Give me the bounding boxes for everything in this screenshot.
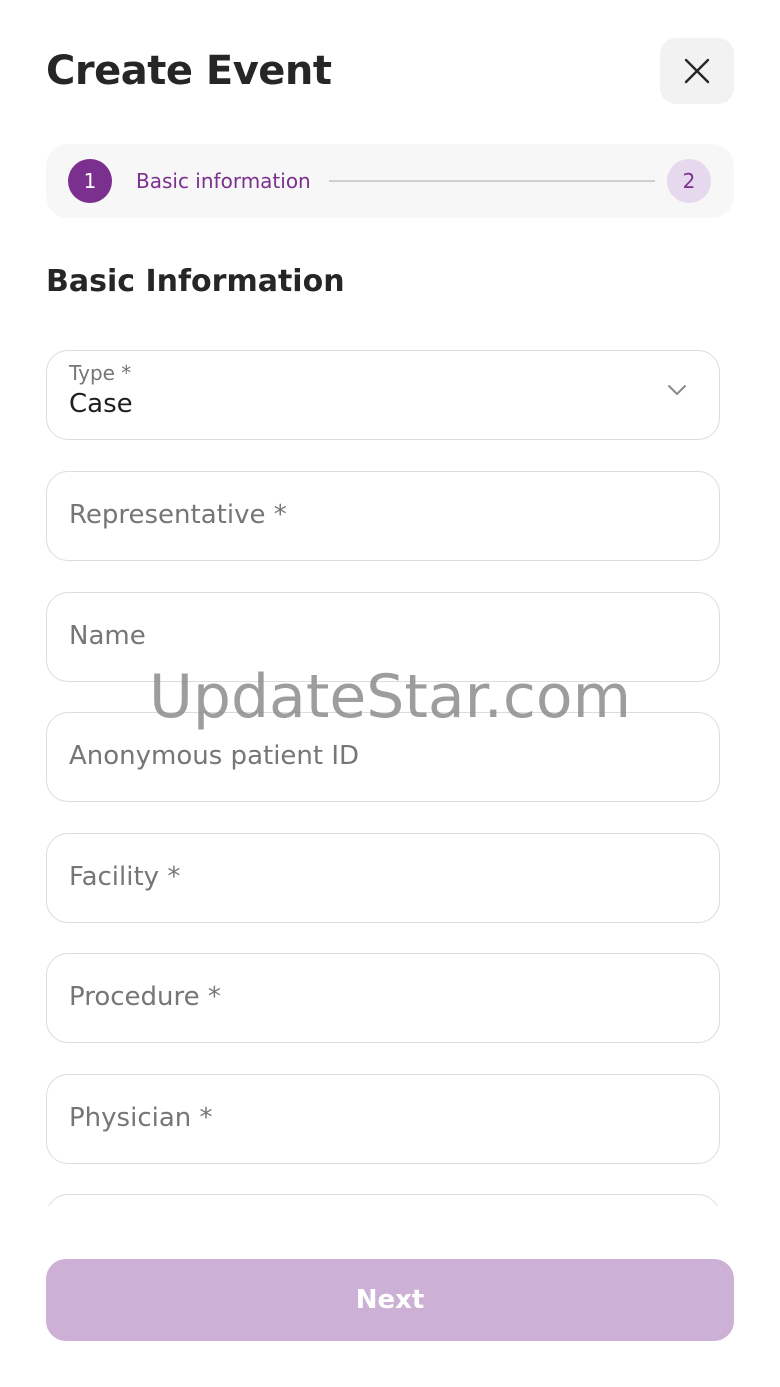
physician-field[interactable]: Physician * bbox=[46, 1074, 720, 1164]
header: Create Event bbox=[46, 38, 734, 106]
physician-placeholder: Physician * bbox=[69, 1103, 213, 1133]
facility-field[interactable]: Facility * bbox=[46, 833, 720, 923]
section-title: Basic Information bbox=[46, 264, 345, 299]
representative-placeholder: Representative * bbox=[69, 500, 287, 530]
step-2-indicator[interactable]: 2 bbox=[667, 159, 711, 203]
close-button[interactable] bbox=[660, 38, 734, 104]
representative-field[interactable]: Representative * bbox=[46, 471, 720, 561]
procedure-field[interactable]: Procedure * bbox=[46, 953, 720, 1043]
page-title: Create Event bbox=[46, 48, 332, 94]
type-select[interactable]: Type * Case bbox=[46, 350, 720, 440]
facility-placeholder: Facility * bbox=[69, 862, 181, 892]
name-field[interactable]: Name bbox=[46, 592, 720, 682]
step-connector bbox=[329, 180, 655, 182]
stepper: 1 Basic information 2 bbox=[46, 144, 734, 218]
form-fields: Type * Case Representative * Name Anonym… bbox=[46, 350, 720, 1206]
close-icon bbox=[684, 58, 710, 84]
anonymous-patient-id-placeholder: Anonymous patient ID bbox=[69, 741, 360, 771]
procedure-placeholder: Procedure * bbox=[69, 982, 221, 1012]
name-placeholder: Name bbox=[69, 621, 146, 651]
step-1-label: Basic information bbox=[136, 169, 311, 193]
chevron-down-icon bbox=[668, 385, 686, 395]
step-1-indicator[interactable]: 1 bbox=[68, 159, 112, 203]
next-button[interactable]: Next bbox=[46, 1259, 734, 1341]
next-field-partial[interactable] bbox=[46, 1194, 720, 1206]
anonymous-patient-id-field[interactable]: Anonymous patient ID bbox=[46, 712, 720, 802]
type-label: Type * bbox=[69, 361, 132, 385]
type-value: Case bbox=[69, 389, 133, 419]
